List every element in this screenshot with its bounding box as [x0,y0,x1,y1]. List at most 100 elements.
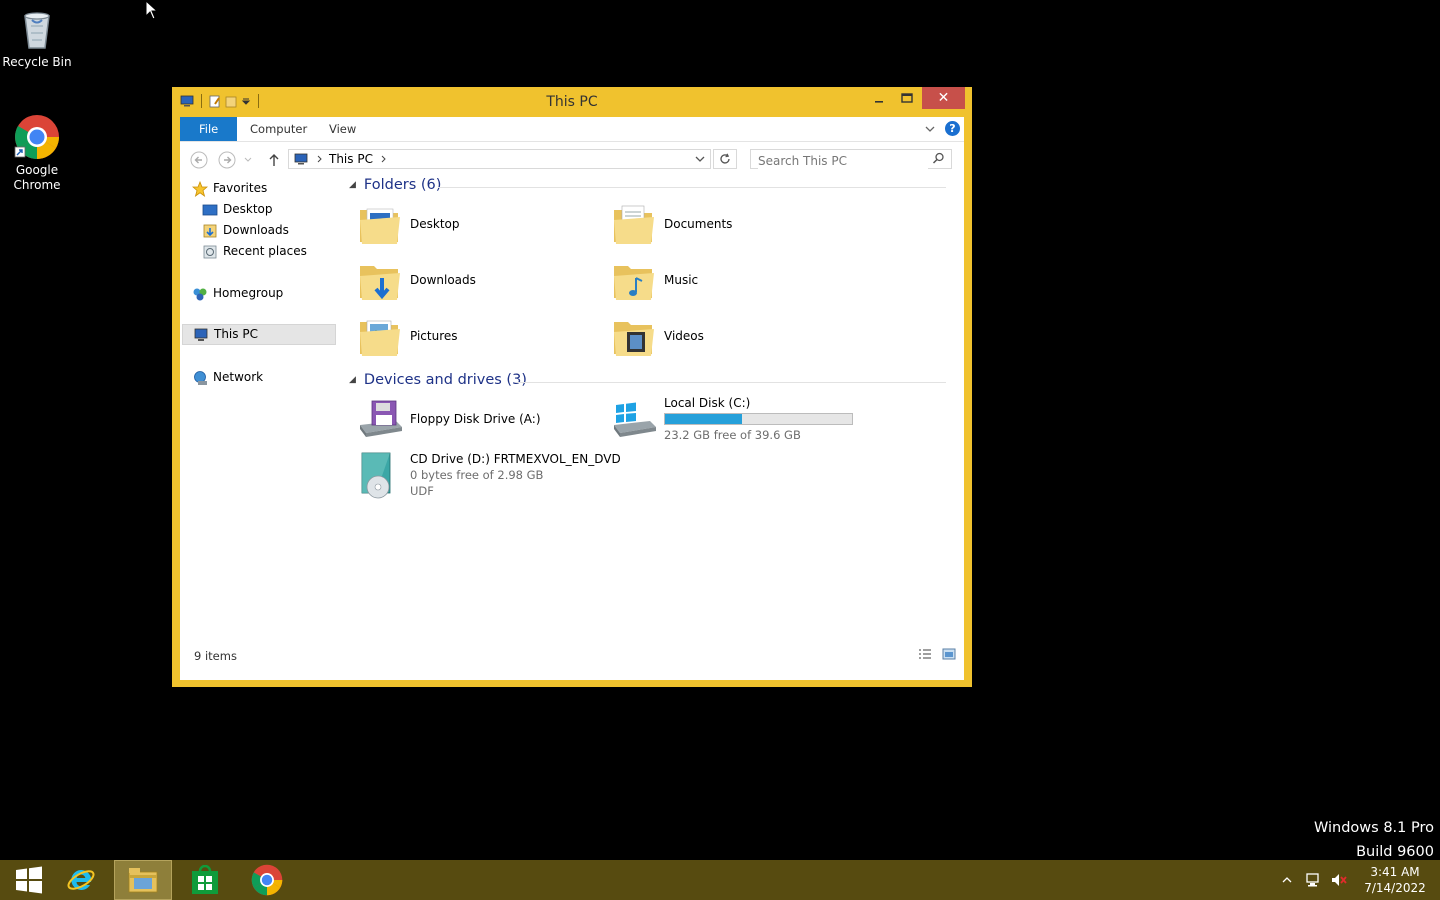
show-hidden-icons-icon[interactable] [1282,876,1292,884]
back-arrow-icon [190,151,208,169]
recycle-bin-shortcut[interactable]: Recycle Bin [0,6,74,70]
recent-locations-button[interactable] [242,150,254,170]
large-icons-view-icon[interactable] [942,648,956,660]
network-icon [194,370,207,385]
folder-pictures-label: Pictures [410,329,458,343]
folders-group-header[interactable]: ◢ Folders (6) [346,177,946,193]
drive-local-label: Local Disk (C:) [664,396,751,410]
search-input[interactable] [758,153,928,169]
drive-local-free: 23.2 GB free of 39.6 GB [664,428,801,442]
clock-date: 7/14/2022 [1364,881,1426,895]
folder-pictures[interactable]: Pictures [356,312,458,360]
star-icon [192,180,208,197]
nav-downloads[interactable]: Downloads [202,220,358,241]
disk-usage-bar [664,413,853,425]
nav-recent-places[interactable]: Recent places [202,241,358,262]
network-status-icon[interactable] [1304,872,1322,888]
nav-recent-places-label: Recent places [223,244,307,258]
recycle-bin-label: Recycle Bin [2,55,72,69]
navigation-pane: Favorites Desktop Downloads Recent place… [180,180,340,643]
back-button[interactable] [189,150,209,170]
tab-file[interactable]: File [180,117,238,141]
clock-time: 3:41 AM [1370,865,1420,879]
collapse-triangle-icon: ◢ [349,180,356,190]
breadcrumb-this-pc[interactable]: This PC [329,152,373,166]
drive-cd-filesystem: UDF [410,484,434,498]
breadcrumb-arrow-icon[interactable] [317,155,323,163]
cd-drive-icon [356,451,404,499]
drive-floppy[interactable]: Floppy Disk Drive (A:) [356,395,541,443]
volume-muted-icon[interactable] [1330,872,1348,888]
drive-floppy-label: Floppy Disk Drive (A:) [410,412,541,426]
maximize-button[interactable] [892,87,922,109]
drive-cd-d[interactable]: CD Drive (D:) FRTMEXVOL_EN_DVD 0 bytes f… [356,451,621,499]
recycle-bin-icon [14,6,60,52]
nav-favorites-label: Favorites [213,181,268,195]
taskbar-internet-explorer[interactable] [52,860,110,900]
details-view-icon[interactable] [918,648,932,660]
address-dropdown-icon[interactable] [695,156,705,163]
folder-desktop-label: Desktop [410,217,460,231]
this-pc-icon [194,328,208,341]
folder-documents[interactable]: Documents [610,200,732,248]
nav-homegroup[interactable]: Homegroup [192,283,348,304]
chrome-icon [251,864,283,896]
taskbar-chrome[interactable] [238,860,296,900]
chrome-icon [14,114,60,160]
refresh-button[interactable] [713,149,737,169]
mouse-cursor-icon [145,0,159,20]
system-tray: 3:41 AM 7/14/2022 [1282,860,1440,900]
drive-local-c[interactable]: Local Disk (C:) 23.2 GB free of 39.6 GB [610,395,853,443]
tab-computer[interactable]: Computer [236,117,321,141]
drives-group-label: Devices and drives (3) [363,372,527,388]
nav-network[interactable]: Network [192,367,348,388]
recent-places-icon [203,245,217,258]
window-client: File Computer View ? This PC Search This… [180,117,964,680]
windows-version-watermark: Windows 8.1 Pro Build 9600 [1314,816,1434,864]
taskbar: 3:41 AM 7/14/2022 [0,860,1440,900]
close-button[interactable]: ✕ [922,87,965,109]
chevron-down-icon [244,157,252,162]
folder-music[interactable]: Music [610,256,698,304]
forward-button[interactable] [217,150,237,170]
maximize-icon [901,93,913,103]
google-chrome-shortcut[interactable]: Google Chrome [0,114,74,193]
help-button[interactable]: ? [945,121,960,136]
tab-view[interactable]: View [315,117,370,141]
folder-documents-label: Documents [664,217,733,231]
desktop-icon [202,204,218,215]
start-button[interactable] [0,860,58,900]
floppy-drive-icon [356,395,404,443]
nav-this-pc[interactable]: This PC [182,324,336,345]
up-button[interactable] [264,150,284,170]
search-box[interactable] [750,149,952,169]
this-pc-icon [294,153,308,164]
expand-ribbon-icon[interactable] [925,125,935,133]
folder-music-label: Music [664,273,699,287]
ribbon: File Computer View ? [180,117,964,142]
collapse-triangle-icon: ◢ [349,375,356,385]
title-bar[interactable]: This PC ✕ [172,87,972,117]
desktop-folder-icon [356,200,404,248]
disk-usage-fill [665,414,743,424]
folder-desktop[interactable]: Desktop [356,200,460,248]
documents-folder-icon [610,200,658,248]
up-arrow-icon [269,154,279,166]
folder-downloads[interactable]: Downloads [356,256,476,304]
drive-cd-free: 0 bytes free of 2.98 GB [410,468,544,482]
address-bar[interactable]: This PC [288,149,711,169]
drives-group-header[interactable]: ◢ Devices and drives (3) [346,372,946,388]
nav-favorites[interactable]: Favorites [192,178,348,199]
clock[interactable]: 3:41 AM 7/14/2022 [1360,864,1430,896]
folder-videos[interactable]: Videos [610,312,704,360]
minimize-button[interactable] [864,87,894,109]
internet-explorer-icon [67,869,95,890]
breadcrumb-arrow-icon[interactable] [381,155,387,163]
nav-homegroup-label: Homegroup [213,286,284,300]
taskbar-file-explorer[interactable] [114,860,172,900]
drive-cd-label: CD Drive (D:) FRTMEXVOL_EN_DVD [410,452,621,466]
taskbar-store[interactable] [176,860,234,900]
search-icon[interactable] [932,152,945,165]
google-chrome-label: Google Chrome [13,163,61,192]
nav-desktop[interactable]: Desktop [202,199,358,220]
